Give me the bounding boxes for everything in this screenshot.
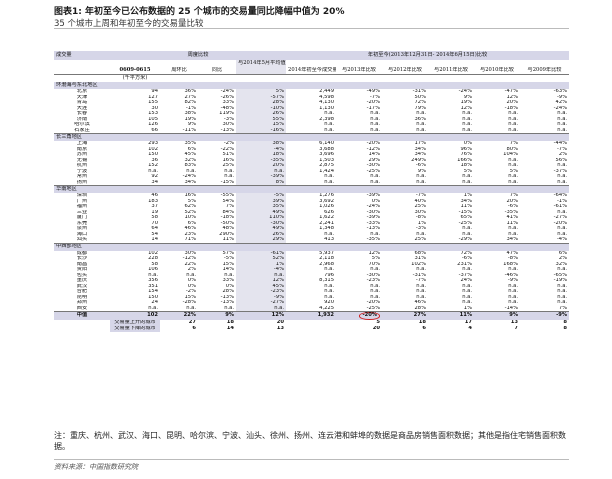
table-cell: -20% [336,311,383,320]
region-label: 中西部地区 [54,243,570,251]
count-row: 交易量下降的城市 6 14 13 20 6 4 7 8 [54,325,569,332]
region-header-row: 中西部地区 [54,243,570,251]
header-row-columns: 与2014年5月平均值的比较 [54,60,569,67]
count-cell: 4 [468,325,473,331]
spacer-cell [54,326,110,332]
highlight-circle: -20% [359,312,381,320]
table-cell: 27% [382,311,429,320]
table-cell: 9% [198,311,236,320]
region-label: 华南地区 [54,185,570,193]
region-label: 环渤海与东北地区 [54,82,570,89]
header-group-label: 成交量 [54,51,110,60]
count-cell: 13 [276,325,285,331]
region-label: 长三角地区 [54,133,570,141]
header-vs2012: 与2012年比较 [382,67,429,75]
count-cell: 8 [563,325,568,331]
count-cell: 14 [226,325,234,331]
volume-table: 成交量 周度比较 年初至今(2013年12月31日- 2014年6月15日)比较… [54,51,570,332]
table-cell: 11% [428,311,475,320]
header-vs2013: 与2013年比较 [336,67,383,75]
source-line: 资料来源：中国指数研究院 [54,463,138,471]
header-vs2014: 与2014年5月平均值的比较 [236,60,287,67]
median-label: 中值 [54,311,110,320]
count-cell [286,326,336,332]
header-vs2009: 与2009年比较 [520,67,570,75]
header-vs2010: 与2010年比较 [474,67,521,75]
table-cell: 1,932 [286,311,337,320]
header-weekly-label: 周度比较 [110,51,287,60]
count-label: 交易量下降的城市 [110,325,160,332]
count-cell: 20 [372,325,381,331]
header-ytd2014: 2014年初至今成交量 [286,67,337,75]
table-cell: 9% [474,311,521,320]
table-cell: 102 [110,311,160,320]
table-cell: -9% [520,311,570,320]
median-row: 中值 102 22% 9% 12% 1,932 -20% 27% 11% 9% -9% [54,311,570,320]
bottom-divider [54,459,569,460]
footnote: 注：重庆、杭州、武汉、海口、昆明、哈尔滨、宁波、汕头、徐州、扬州、连云港和蚌埠的… [54,431,566,451]
header-row-fields: 0609-0615 周环比 同比 2014年初至今成交量 与2013年比较 与2… [54,67,570,75]
header-row-unit: (千平方米) [54,75,569,83]
header-unit: (千平方米) [122,74,148,81]
header-ytd-label: 年初至今(2013年12月31日- 2014年6月15日)比较 [286,51,570,60]
chart-title: 图表1: 年初至今已公布数据的 25 个城市的交易量同比降幅中值为 20% [54,7,345,17]
header-wow: 周环比 [160,67,198,75]
header-date: 0609-0615 [110,67,160,75]
count-cell: 6 [192,325,196,331]
header-vs2011: 与2011年比较 [428,67,475,75]
header-yoy: 同比 [198,67,236,75]
table-cell: 22% [160,311,198,320]
count-cell: 6 [422,325,427,331]
region-header-row: 长三角地区 [54,133,570,141]
region-header-row: 华南地区 [54,185,570,193]
header-row-groups: 成交量 周度比较 年初至今(2013年12月31日- 2014年6月15日)比较 [54,51,570,60]
table-cell: 12% [236,311,287,320]
region-header-row: 环渤海与东北地区 [54,82,570,89]
top-divider [54,28,569,29]
count-cell: 7 [514,325,519,331]
